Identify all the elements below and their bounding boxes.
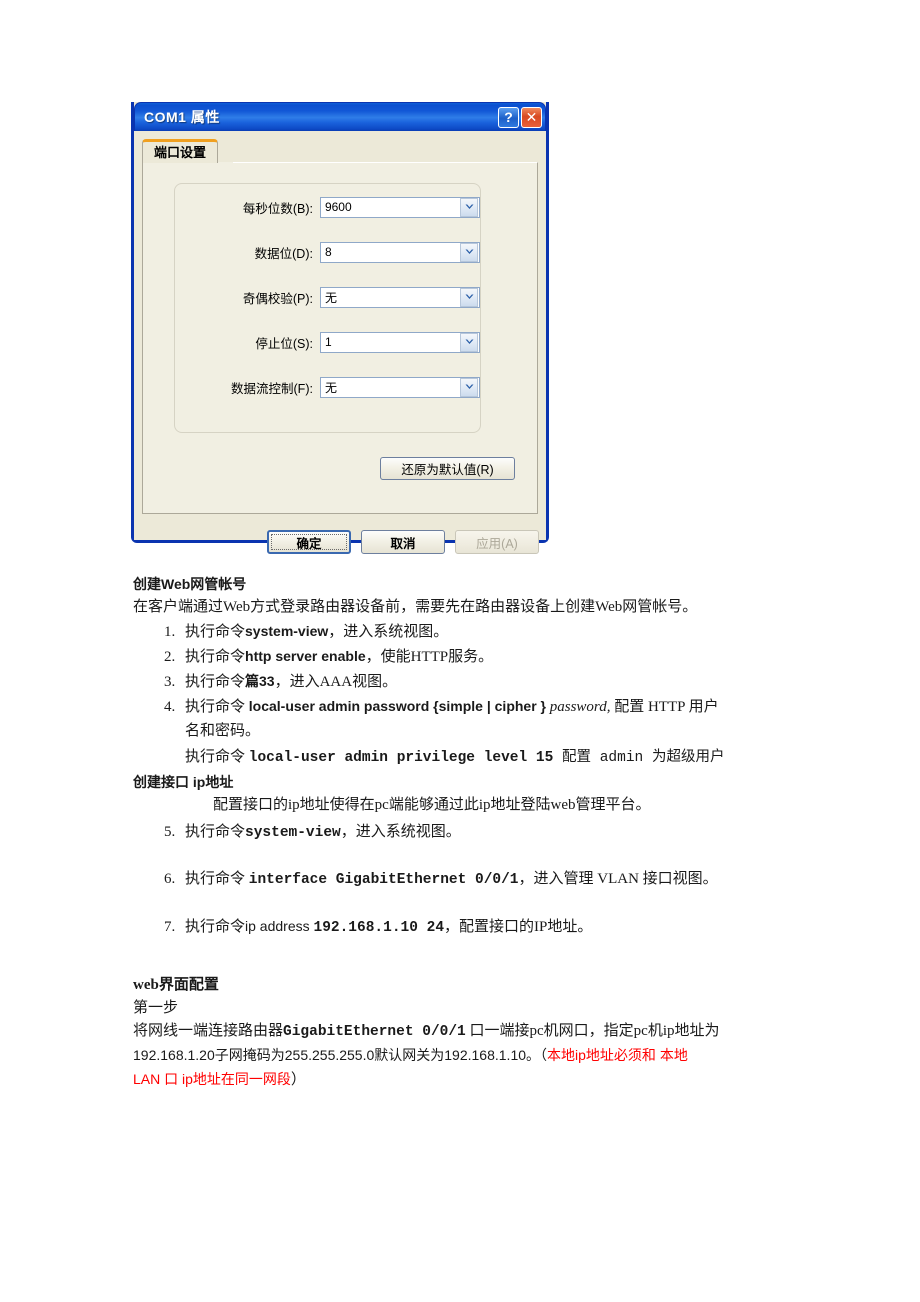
combo-bits-per-second[interactable]: 9600 xyxy=(319,196,480,218)
step-prefix: 执行命令 xyxy=(185,749,249,765)
paragraph-ip-settings: 192.168.1.20子网掩码为255.255.255.0默认网关为192.1… xyxy=(133,1044,805,1068)
list-item: 执行命令 local-user admin password {simple |… xyxy=(179,694,805,770)
step-command: local-user admin password {simple | ciph… xyxy=(248,698,546,714)
list-item: 执行命令篇33，进入AAA视图。 xyxy=(179,669,805,694)
step-command-param: password, xyxy=(546,699,611,715)
paragraph-interface-ip-intro: 配置接口的ip地址使得在pc端能够通过此ip地址登陆web管理平台。 xyxy=(213,797,651,813)
dialog-title: COM1 属性 xyxy=(144,109,220,125)
cancel-button[interactable]: 取消 xyxy=(361,530,445,554)
combo-data-bits[interactable]: 8 xyxy=(319,241,480,263)
step-command: system-view xyxy=(245,623,329,639)
chevron-down-icon[interactable] xyxy=(460,377,478,397)
list-item: 执行命令system-view，进入系统视图。 xyxy=(179,820,805,845)
step-prefix: 执行命令 xyxy=(185,824,246,840)
steps-list-b: 执行命令system-view，进入系统视图。 执行命令 interface G… xyxy=(133,820,805,940)
tab-strip: 端口设置 xyxy=(142,139,219,163)
combo-value-parity: 无 xyxy=(324,290,337,305)
chevron-down-icon[interactable] xyxy=(460,332,478,352)
step-command-small: ip address xyxy=(245,918,314,934)
step-command: local-user admin privilege level 15 xyxy=(248,750,554,766)
step-prefix: 执行命令 xyxy=(185,674,246,690)
paragraph-ip-warning-line2: LAN 口 ip地址在同一网段） xyxy=(133,1068,805,1092)
step-command: system-view xyxy=(245,825,341,841)
tab-port-settings[interactable]: 端口设置 xyxy=(142,139,219,163)
document-content: 创建Web网管帐号 在客户端通过Web方式登录路由器设备前，需要先在路由器设备上… xyxy=(133,573,805,1092)
restore-defaults-button[interactable]: 还原为默认值(R) xyxy=(380,457,515,480)
field-parity: 奇偶校验(P): 无 xyxy=(175,286,480,308)
titlebar-buttons: ? ✕ xyxy=(498,106,542,128)
field-stop-bits: 停止位(S): 1 xyxy=(175,331,480,353)
ok-button-label: 确定 xyxy=(296,536,322,551)
help-icon[interactable]: ? xyxy=(498,106,519,128)
step-suffix: ，进入AAA视图。 xyxy=(274,674,398,690)
step-suffix: ，配置接口的IP地址。 xyxy=(444,919,593,935)
combo-value-stop-bits: 1 xyxy=(324,335,332,349)
combo-parity[interactable]: 无 xyxy=(319,286,480,308)
combo-value-data-bits: 8 xyxy=(324,245,332,259)
ok-button[interactable]: 确定 xyxy=(267,530,351,554)
combo-value-flow-control: 无 xyxy=(324,380,337,395)
combo-flow-control[interactable]: 无 xyxy=(319,376,480,398)
paragraph-cable-connect: 将网线一端连接路由器GigabitEthernet 0/0/1 口一端接pc机网… xyxy=(133,1020,805,1044)
steps-list-a: 执行命令system-view，进入系统视图。 执行命令http server … xyxy=(133,619,805,770)
list-item: 执行命令ip address 192.168.1.10 24，配置接口的IP地址… xyxy=(179,914,805,940)
step-command: interface GigabitEthernet 0/0/1 xyxy=(248,872,519,888)
step-command: 192.168.1.10 24 xyxy=(313,920,445,936)
apply-button: 应用(A) xyxy=(455,530,539,554)
step4-extra-line: 执行命令 local-user admin privilege level 15… xyxy=(185,745,805,770)
field-data-bits: 数据位(D): 8 xyxy=(175,241,480,263)
step-prefix: 执行命令 xyxy=(185,871,249,887)
step4-line2: 名和密码。 xyxy=(185,723,261,739)
step-suffix: 配置 admin 为超级用户 xyxy=(553,750,725,766)
cable-text-post: 口一端接pc机网口，指定pc机ip地址为 xyxy=(465,1023,720,1039)
step-prefix: 执行命令 xyxy=(185,649,246,665)
close-icon[interactable]: ✕ xyxy=(521,106,542,128)
field-label-bits-per-second: 每秒位数(B): xyxy=(242,201,313,216)
field-bits-per-second: 每秒位数(B): 9600 xyxy=(175,196,480,218)
field-label-parity: 奇偶校验(P): xyxy=(242,291,313,306)
list-item: 执行命令 interface GigabitEthernet 0/0/1，进入管… xyxy=(179,867,805,892)
settings-group-box: 每秒位数(B): 9600 数据位(D): 8 奇偶校验(P): 无 停止位(S… xyxy=(174,183,481,433)
field-label-data-bits: 数据位(D): xyxy=(254,246,313,261)
paragraph-web-account-intro: 在客户端通过Web方式登录路由器设备前，需要先在路由器设备上创建Web网管帐号。 xyxy=(133,599,698,615)
ip-warning-line2: LAN 口 ip地址在同一网段 xyxy=(133,1071,291,1087)
step-prefix: 执行命令 xyxy=(185,624,246,640)
combo-value-bits-per-second: 9600 xyxy=(324,200,352,214)
chevron-down-icon[interactable] xyxy=(460,287,478,307)
field-label-flow-control: 数据流控制(F): xyxy=(231,381,313,396)
field-flow-control: 数据流控制(F): 无 xyxy=(175,376,480,398)
list-item: 执行命令http server enable，使能HTTP服务。 xyxy=(179,644,805,669)
tab-page-port-settings: 每秒位数(B): 9600 数据位(D): 8 奇偶校验(P): 无 停止位(S… xyxy=(142,162,538,514)
step-command: 篇33 xyxy=(245,673,275,689)
field-label-stop-bits: 停止位(S): xyxy=(255,336,313,351)
ip-settings-text: 192.168.1.20子网掩码为255.255.255.0默认网关为192.1… xyxy=(133,1047,548,1063)
list-item: 执行命令system-view，进入系统视图。 xyxy=(179,619,805,644)
paragraph-step-one-label: 第一步 xyxy=(133,1000,179,1016)
chevron-down-icon[interactable] xyxy=(460,242,478,262)
step-suffix: 配置 HTTP 用户 xyxy=(610,699,719,715)
heading-web-ui-config: web界面配置 xyxy=(133,977,219,993)
com1-properties-dialog: COM1 属性 ? ✕ 端口设置 每秒位数(B): 9600 数据位(D): 8… xyxy=(131,102,549,554)
dialog-body: 端口设置 每秒位数(B): 9600 数据位(D): 8 奇偶校验(P): 无 … xyxy=(134,131,546,554)
heading-create-interface-ip: 创建接口 ip地址 xyxy=(133,774,234,790)
step-prefix: 执行命令 xyxy=(185,919,246,935)
cable-text-pre: 将网线一端连接路由器 xyxy=(133,1023,284,1039)
step-suffix: ，进入系统视图。 xyxy=(328,624,449,640)
ip-warning-close-paren: ） xyxy=(290,1072,306,1088)
step-suffix: ，使能HTTP服务。 xyxy=(365,649,494,665)
step-prefix: 执行命令 xyxy=(185,699,249,715)
dialog-titlebar[interactable]: COM1 属性 ? ✕ xyxy=(134,102,546,131)
step-suffix: ，进入系统视图。 xyxy=(340,824,461,840)
heading-create-web-account: 创建Web网管帐号 xyxy=(133,576,247,592)
chevron-down-icon[interactable] xyxy=(460,197,478,217)
step-suffix: ，进入管理 VLAN 接口视图。 xyxy=(518,871,718,887)
combo-stop-bits[interactable]: 1 xyxy=(319,331,480,353)
ip-warning-line1: 本地ip地址必须和 本地 xyxy=(547,1047,688,1063)
cable-interface-command: GigabitEthernet 0/0/1 xyxy=(283,1024,466,1040)
step-command: http server enable xyxy=(245,648,366,664)
